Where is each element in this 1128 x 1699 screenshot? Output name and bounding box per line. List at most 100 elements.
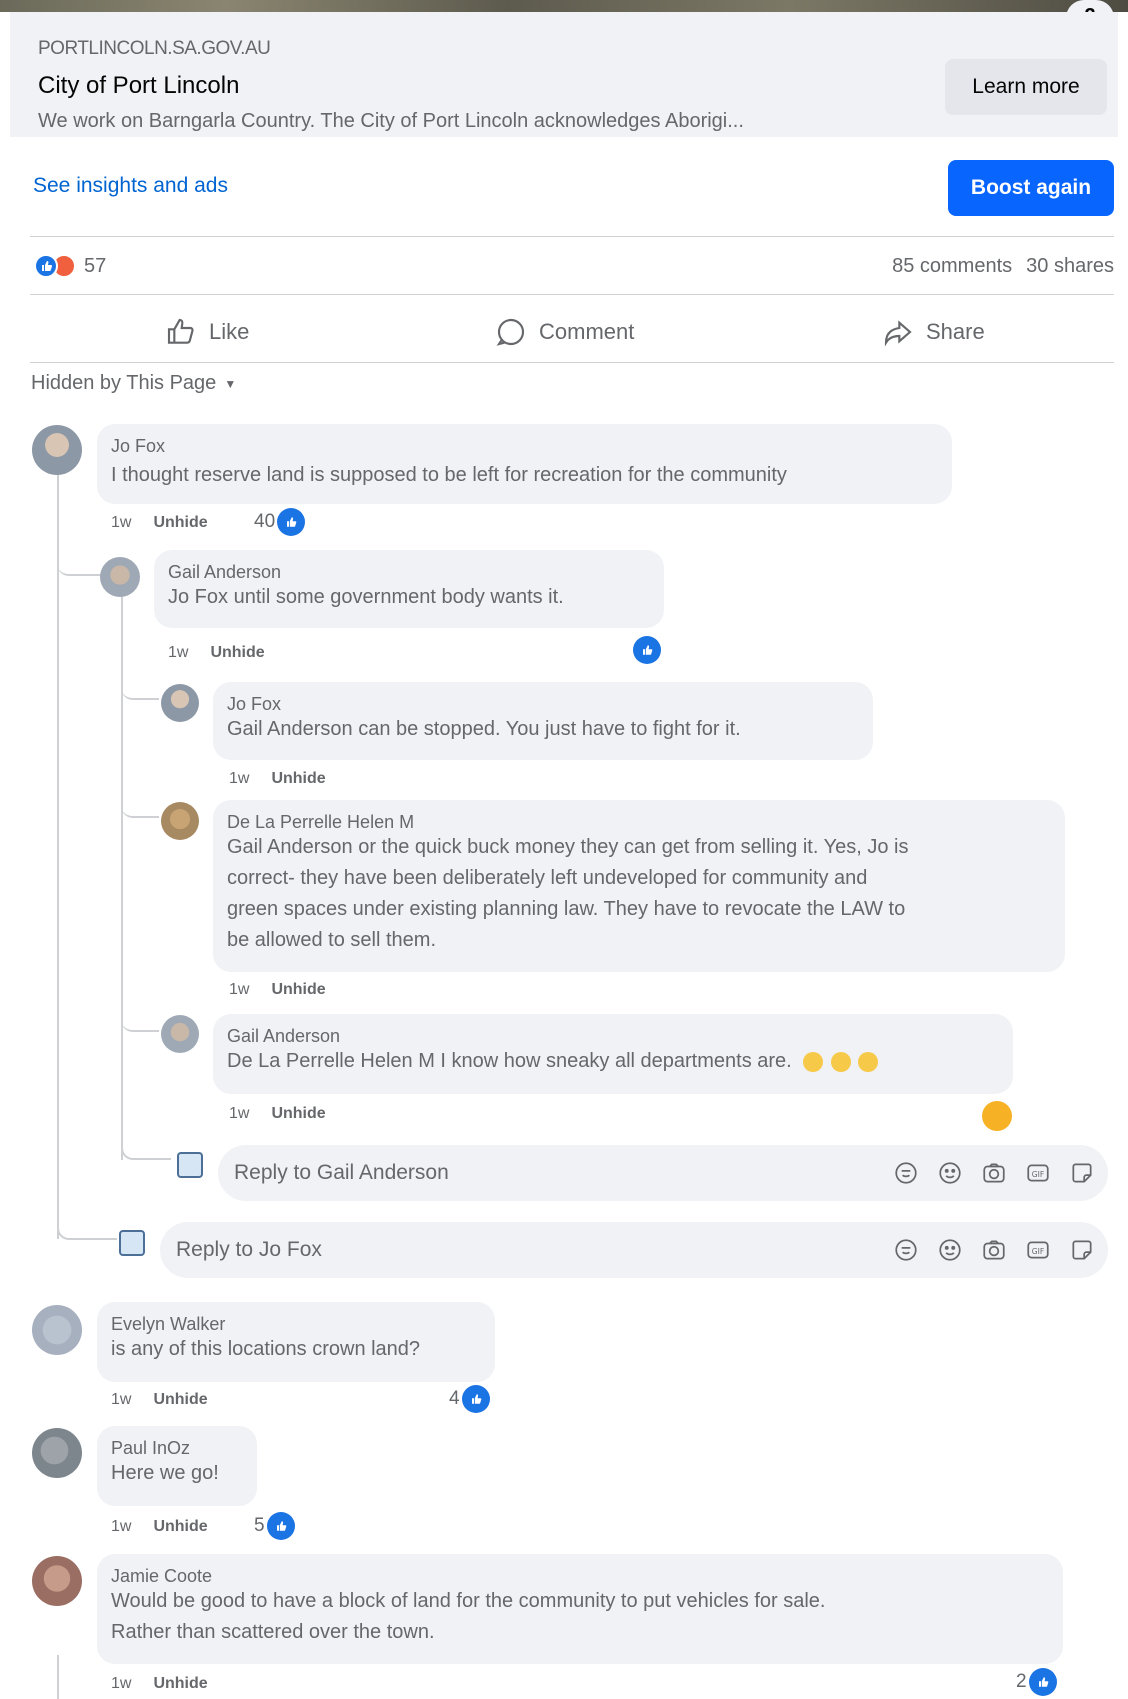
commenter-name[interactable]: Evelyn Walker [111,1312,481,1336]
comment-like-badge[interactable]: 2 [1016,1668,1057,1696]
composer-icons: GIF [876,1159,1096,1187]
comment-time[interactable]: 1w [168,644,188,661]
thread-connector [57,1220,117,1240]
link-description: We work on Barngarla Country. The City o… [38,110,744,132]
like-count: 5 [254,1515,265,1536]
emoji-icon[interactable] [936,1159,964,1187]
comment-meta: 1w Unhide [111,1675,208,1693]
filter-label: Hidden by This Page [31,372,217,394]
avatar[interactable] [161,1015,199,1053]
reply-composer[interactable]: GIF [218,1145,1108,1201]
comment-bubble: Gail Anderson Jo Fox until some governme… [154,550,664,628]
comment-text-line: Would be good to have a block of land fo… [111,1590,826,1612]
share-button[interactable]: Share [882,312,985,352]
comment-text: Here we go! [111,1462,219,1484]
avatar[interactable] [161,684,199,722]
comment-label: Comment [539,319,635,344]
commenter-name[interactable]: Jo Fox [111,434,938,458]
svg-text:GIF: GIF [1032,1247,1044,1256]
commenter-name[interactable]: Gail Anderson [168,560,650,584]
like-button[interactable]: Like [165,312,249,352]
unhide-button[interactable]: Unhide [210,644,264,661]
comment-time[interactable]: 1w [229,770,249,787]
boost-again-button[interactable]: Boost again [948,160,1114,216]
comment-like-badge[interactable]: 40 [254,508,306,536]
comment-bubble: De La Perrelle Helen M Gail Anderson or … [213,800,1065,972]
comment-text: I thought reserve land is supposed to be… [111,464,787,486]
gif-icon[interactable]: GIF [1024,1236,1052,1264]
sad-reaction-icon[interactable] [982,1101,1012,1131]
comment-meta: 1w Unhide [229,1105,326,1123]
commenter-name[interactable]: Jo Fox [227,692,859,716]
sticker-icon[interactable] [1068,1236,1096,1264]
avatar-sticker-icon[interactable] [892,1159,920,1187]
comment-text-line: be allowed to sell them. [227,929,437,951]
unhide-button[interactable]: Unhide [153,1391,207,1408]
avatar-sticker-icon[interactable] [892,1236,920,1264]
thread-connector [121,688,159,700]
comment-like-badge[interactable] [631,636,661,664]
divider [30,294,1114,295]
comment-time[interactable]: 1w [111,514,131,531]
commenter-name[interactable]: Paul InOz [111,1436,243,1460]
unhide-button[interactable]: Unhide [271,1105,325,1122]
camera-icon[interactable] [980,1159,1008,1187]
divider [30,236,1114,237]
divider [30,362,1114,363]
avatar[interactable] [32,1305,82,1355]
comment-button[interactable]: Comment [495,312,634,352]
comments-count-link[interactable]: 85 comments [892,255,1012,277]
shares-count-link[interactable]: 30 shares [1026,255,1114,277]
avatar[interactable] [32,1428,82,1478]
thread-line [57,1655,59,1699]
commenter-name[interactable]: De La Perrelle Helen M [227,810,1051,834]
thread-line [57,474,59,1239]
camera-icon[interactable] [980,1236,1008,1264]
reply-input[interactable] [234,1145,794,1201]
comment-text: De La Perrelle Helen M I know how sneaky… [227,1046,999,1077]
commenter-name[interactable]: Jamie Coote [111,1564,1049,1588]
reaction-summary[interactable]: 57 [34,254,106,278]
comment-bubble: Gail Anderson De La Perrelle Helen M I k… [213,1014,1013,1094]
unhide-button[interactable]: Unhide [153,514,207,531]
reply-input[interactable] [176,1222,736,1278]
composer-icons: GIF [876,1236,1096,1264]
comment-filter-dropdown[interactable]: Hidden by This Page ▼ [31,372,236,395]
avatar[interactable] [100,557,140,597]
commenter-name[interactable]: Gail Anderson [227,1024,999,1048]
comment-text-line: correct- they have been deliberately lef… [227,867,868,889]
avatar[interactable] [32,425,82,475]
reply-composer[interactable]: GIF [160,1222,1108,1278]
unhide-button[interactable]: Unhide [271,981,325,998]
see-insights-link[interactable]: See insights and ads [33,174,228,198]
thread-connector [121,1142,171,1160]
emoji-icon[interactable] [936,1236,964,1264]
comment-like-badge[interactable]: 4 [449,1385,490,1413]
avatar[interactable] [161,802,199,840]
link-preview-card[interactable]: PORTLINCOLN.SA.GOV.AU City of Port Linco… [10,12,1118,137]
sticker-icon[interactable] [1068,1159,1096,1187]
unhide-button[interactable]: Unhide [271,770,325,787]
comment-time[interactable]: 1w [111,1518,131,1535]
thread-line [121,592,123,1160]
comment-time[interactable]: 1w [111,1391,131,1408]
avatar[interactable] [32,1556,82,1606]
comment-time[interactable]: 1w [229,981,249,998]
comment-meta: 1w Unhide [168,644,265,662]
comment-like-badge[interactable]: 5 [254,1512,295,1540]
like-reaction-icon [633,636,661,664]
unhide-button[interactable]: Unhide [153,1675,207,1692]
learn-more-button[interactable]: Learn more [945,59,1107,115]
unhide-button[interactable]: Unhide [153,1518,207,1535]
comment-text: Gail Anderson or the quick buck money th… [227,832,1051,956]
comment-time[interactable]: 1w [229,1105,249,1122]
link-title[interactable]: City of Port Lincoln [38,72,239,100]
comment-time[interactable]: 1w [111,1675,131,1692]
comment-text: is any of this locations crown land? [111,1338,421,1360]
comment-text: Gail Anderson can be stopped. You just h… [227,718,741,740]
like-count: 2 [1016,1671,1027,1692]
share-arrow-icon [884,320,912,347]
laughing-emoji-icon [858,1051,879,1072]
gif-icon[interactable]: GIF [1024,1159,1052,1187]
comment-bubble: Paul InOz Here we go! [97,1426,257,1506]
